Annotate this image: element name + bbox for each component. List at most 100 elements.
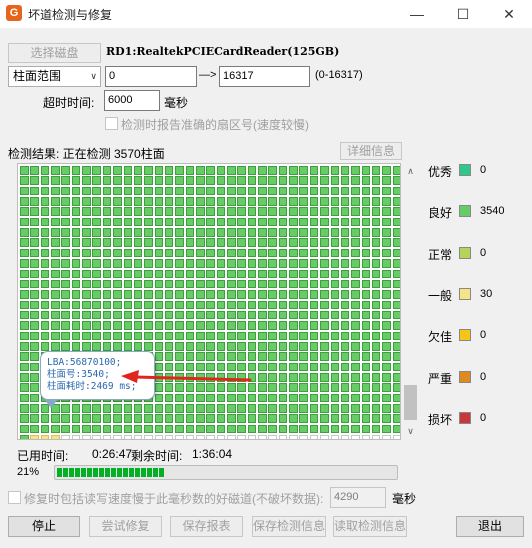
cylinder-cell bbox=[216, 404, 226, 413]
range-end-input[interactable]: 16317 bbox=[219, 66, 310, 87]
cylinder-cell bbox=[392, 331, 400, 341]
cylinder-cell bbox=[371, 269, 381, 279]
cylinder-cell bbox=[40, 217, 50, 227]
scroll-up-icon[interactable]: ∧ bbox=[402, 163, 419, 180]
cylinder-cell bbox=[40, 279, 50, 289]
details-button[interactable]: 详细信息 bbox=[340, 142, 402, 160]
cylinder-cell bbox=[133, 310, 143, 320]
cylinder-cell bbox=[144, 279, 153, 289]
cylinder-cell bbox=[154, 238, 164, 248]
try-repair-button[interactable]: 尝试修复 bbox=[89, 516, 162, 537]
cylinder-cell bbox=[61, 207, 70, 216]
legend-label: 损坏 bbox=[428, 412, 453, 427]
cylinder-cell bbox=[102, 259, 112, 268]
cylinder-cell bbox=[361, 197, 371, 206]
scroll-thumb[interactable] bbox=[404, 385, 417, 420]
cylinder-cell bbox=[51, 166, 60, 175]
cylinder-cell bbox=[299, 228, 309, 237]
cylinder-cell bbox=[30, 300, 39, 310]
maximize-icon[interactable]: ☐ bbox=[440, 0, 486, 28]
cylinder-cell bbox=[113, 207, 122, 216]
cylinder-cell bbox=[61, 290, 70, 299]
cylinder-cell bbox=[206, 435, 215, 439]
cylinder-cell bbox=[309, 166, 319, 175]
cylinder-cell bbox=[113, 238, 122, 248]
cylinder-cell bbox=[206, 238, 215, 248]
cylinder-cell bbox=[351, 176, 360, 185]
progress-segment bbox=[153, 468, 158, 477]
range-mode-select[interactable]: 柱面范围 ∨ bbox=[8, 66, 101, 87]
cylinder-cell bbox=[51, 279, 60, 289]
exit-button[interactable]: 退出 bbox=[456, 516, 524, 537]
cylinder-cell bbox=[268, 248, 277, 258]
range-start-input[interactable]: 0 bbox=[105, 66, 197, 87]
select-disk-button[interactable]: 选择磁盘 bbox=[8, 43, 101, 63]
cylinder-cell bbox=[71, 414, 81, 423]
cylinder-cell bbox=[371, 424, 381, 434]
cylinder-cell bbox=[299, 248, 309, 258]
scroll-down-icon[interactable]: ∨ bbox=[402, 423, 419, 440]
cylinder-cell bbox=[340, 321, 350, 330]
cylinder-cell bbox=[51, 435, 60, 439]
grid-scrollbar[interactable]: ∧ ∨ bbox=[402, 163, 419, 440]
cylinder-cell bbox=[30, 269, 39, 279]
cylinder-cell bbox=[351, 259, 360, 268]
cylinder-cell bbox=[40, 166, 50, 175]
cylinder-cell bbox=[351, 279, 360, 289]
repair-slow-checkbox[interactable] bbox=[8, 491, 21, 504]
stop-button[interactable]: 停止 bbox=[8, 516, 80, 537]
cylinder-cell bbox=[206, 197, 215, 206]
cylinder-cell bbox=[123, 269, 133, 279]
cylinder-cell bbox=[30, 404, 39, 413]
cylinder-cell bbox=[144, 414, 153, 423]
accurate-sector-checkbox[interactable] bbox=[105, 117, 118, 130]
cylinder-cell bbox=[309, 290, 319, 299]
cylinder-cell bbox=[268, 176, 277, 185]
red-arrow-icon bbox=[121, 370, 252, 383]
cylinder-cell bbox=[92, 310, 102, 320]
cylinder-cell bbox=[92, 228, 102, 237]
cylinder-cell bbox=[82, 290, 91, 299]
cylinder-cell bbox=[227, 321, 236, 330]
cylinder-cell bbox=[144, 331, 153, 341]
load-info-button[interactable]: 读取检测信息 bbox=[333, 516, 407, 537]
cylinder-cell bbox=[144, 435, 153, 439]
save-report-button[interactable]: 保存报表 bbox=[170, 516, 243, 537]
cylinder-cell bbox=[268, 321, 277, 330]
cylinder-cell bbox=[227, 217, 236, 227]
cylinder-cell bbox=[237, 310, 246, 320]
cylinder-cell bbox=[216, 341, 226, 351]
timeout-input[interactable]: 6000 bbox=[104, 90, 160, 111]
cylinder-cell bbox=[340, 217, 350, 227]
cylinder-cell bbox=[371, 414, 381, 423]
cylinder-cell bbox=[206, 290, 215, 299]
repair-threshold-input[interactable]: 4290 bbox=[330, 487, 386, 508]
save-info-button[interactable]: 保存检测信息 bbox=[252, 516, 326, 537]
cylinder-cell bbox=[382, 373, 391, 382]
cylinder-cell bbox=[195, 259, 205, 268]
cylinder-cell bbox=[30, 290, 39, 299]
repair-slow-label: 修复时包括读写速度慢于此毫秒数的好磁道(不破坏数据): bbox=[24, 492, 324, 506]
cylinder-cell bbox=[299, 352, 309, 361]
cylinder-cell bbox=[268, 331, 277, 341]
cylinder-cell bbox=[102, 228, 112, 237]
cylinder-cell bbox=[92, 290, 102, 299]
cylinder-cell bbox=[123, 300, 133, 310]
cylinder-cell bbox=[309, 217, 319, 227]
cylinder-cell bbox=[30, 383, 39, 392]
cylinder-cell bbox=[361, 300, 371, 310]
cylinder-cell bbox=[40, 207, 50, 216]
cylinder-cell bbox=[144, 424, 153, 434]
cylinder-cell bbox=[247, 166, 257, 175]
cylinder-cell bbox=[92, 186, 102, 196]
cylinder-cell bbox=[123, 310, 133, 320]
cylinder-cell bbox=[392, 300, 400, 310]
cylinder-cell bbox=[206, 352, 215, 361]
cylinder-cell bbox=[216, 414, 226, 423]
close-icon[interactable]: ✕ bbox=[486, 0, 532, 28]
cylinder-cell bbox=[258, 238, 267, 248]
cylinder-cell bbox=[185, 393, 195, 403]
cylinder-cell bbox=[258, 176, 267, 185]
minimize-icon[interactable]: — bbox=[394, 0, 440, 28]
cylinder-cell bbox=[113, 248, 122, 258]
